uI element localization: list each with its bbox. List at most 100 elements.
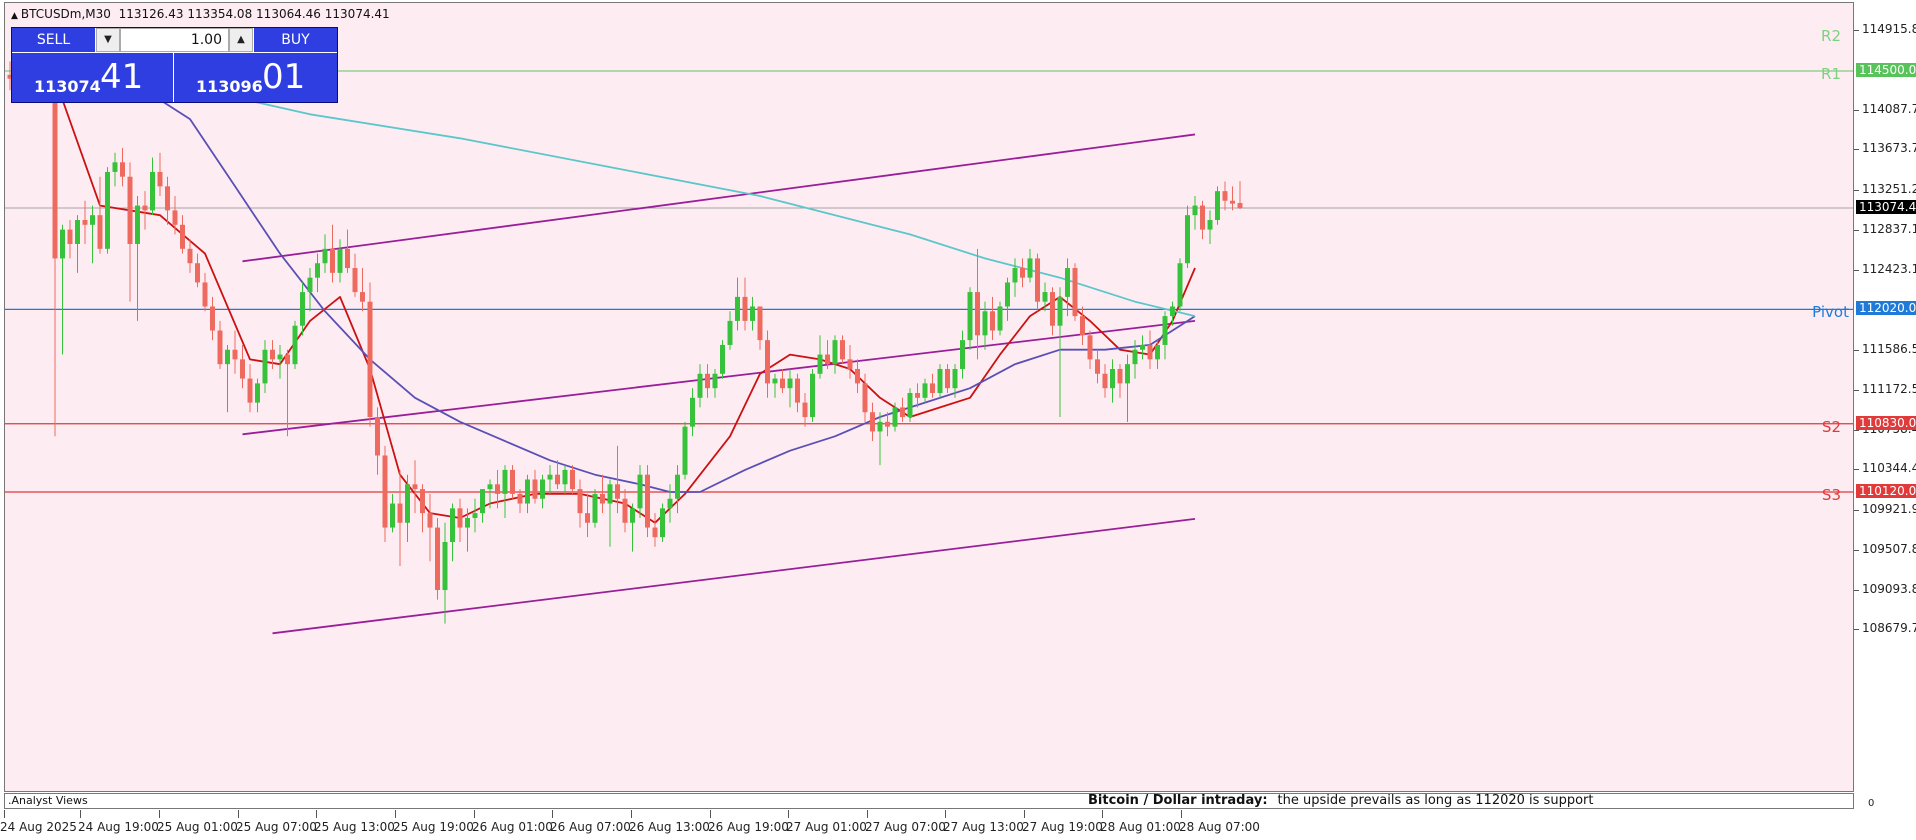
- ohlc-close: 113074.41: [324, 7, 390, 21]
- candle-body: [847, 359, 853, 369]
- lot-size-input[interactable]: 1.00: [120, 28, 229, 52]
- candle-body: [195, 263, 200, 283]
- price-tick-label: 110344.40: [1862, 461, 1916, 476]
- price-tick-label: 112837.15: [1862, 221, 1916, 236]
- sell-button[interactable]: SELL: [12, 28, 95, 52]
- time-tick-label: 25 Aug 13:00: [314, 820, 395, 834]
- level-label-s2: S2: [1821, 417, 1841, 436]
- time-tick-label: 26 Aug 07:00: [550, 820, 631, 834]
- price-tick-label: 114087.75: [1862, 101, 1916, 116]
- candle-body: [172, 210, 178, 225]
- price-tick-mark: [1854, 429, 1859, 431]
- price-level-label-s2: 110830.00: [1856, 415, 1916, 430]
- lot-decrease-icon[interactable]: ▼: [96, 28, 120, 52]
- chart-window: ▲ BTCUSDm,M30 113126.43 113354.08 113064.…: [0, 0, 1916, 840]
- candle-body: [262, 349, 268, 384]
- chart-plot-area[interactable]: ▲ BTCUSDm,M30 113126.43 113354.08 113064.…: [4, 2, 1854, 792]
- candle-body: [322, 248, 328, 264]
- candle-body: [337, 248, 343, 273]
- collapse-triangle-icon[interactable]: ▲: [11, 11, 18, 21]
- candle-body: [450, 508, 455, 542]
- candle-body: [82, 219, 88, 225]
- candle-body: [412, 484, 418, 490]
- price-tick-mark: [1854, 149, 1859, 151]
- candle-body: [472, 513, 478, 518]
- candle-body: [1147, 344, 1153, 360]
- price-axis[interactable]: 114915.85 114087.75 113673.70 113251.20 1128…: [1854, 2, 1916, 792]
- candle-body: [637, 474, 643, 509]
- candle-body: [495, 484, 500, 494]
- symbol-name: BTCUSDm,M30: [20, 7, 111, 21]
- candle-body: [360, 292, 365, 302]
- level-label-r2: R2: [1821, 26, 1841, 45]
- candle-body: [840, 340, 845, 360]
- candle-body: [1087, 335, 1093, 360]
- time-tick-mark: [474, 810, 475, 818]
- candle-body: [480, 489, 485, 514]
- candle-body: [922, 383, 928, 398]
- candle-body: [1155, 344, 1160, 360]
- candle-body: [405, 484, 410, 523]
- candle-body: [877, 421, 883, 432]
- price-tick-label: 109921.90: [1862, 502, 1916, 517]
- candle-body: [900, 407, 905, 418]
- candle-body: [997, 306, 1003, 331]
- price-tick-label: 111172.50: [1862, 381, 1916, 396]
- price-tick-label: 112423.10: [1862, 261, 1916, 276]
- candle-body: [142, 205, 148, 211]
- candle-body: [817, 354, 823, 374]
- buy-button[interactable]: BUY: [254, 28, 337, 52]
- candle-body: [562, 469, 568, 485]
- candle-body: [112, 162, 118, 172]
- price-tick-label: 113673.70: [1862, 141, 1916, 156]
- candle-body: [555, 474, 560, 485]
- candle-body: [210, 306, 215, 331]
- ohlc-open: 113126.43: [118, 7, 184, 21]
- candle-body: [187, 248, 193, 264]
- lot-increase-icon[interactable]: ▲: [229, 28, 253, 52]
- candle-body: [277, 354, 283, 360]
- time-tick-mark: [710, 810, 711, 818]
- candle-body: [1110, 368, 1115, 389]
- candle-body: [1192, 205, 1198, 216]
- time-tick-label: 27 Aug 07:00: [865, 820, 946, 834]
- candle-body: [390, 503, 395, 528]
- candle-body: [630, 508, 635, 523]
- subpanel-zero-label: 0: [1868, 798, 1875, 809]
- ask-price-button[interactable]: 113096 01: [174, 53, 337, 102]
- time-tick-label: 24 Aug 2025: [0, 820, 77, 834]
- candle-body: [870, 412, 875, 432]
- time-tick-label: 24 Aug 19:00: [78, 820, 159, 834]
- candle-body: [375, 417, 380, 456]
- candle-body: [1230, 200, 1235, 204]
- price-level-label-r1: 114500.00: [1856, 63, 1916, 77]
- time-tick-mark: [80, 810, 81, 818]
- candle-body: [525, 479, 530, 504]
- candle-body: [787, 378, 793, 389]
- candle-body: [885, 421, 890, 427]
- price-tick-mark: [1854, 229, 1859, 231]
- candle-body: [532, 479, 538, 499]
- time-axis[interactable]: 24 Aug 2025 24 Aug 19:00 25 Aug 01:00 25 Au…: [0, 810, 1854, 840]
- candle-body: [720, 344, 725, 374]
- candle-body: [1177, 263, 1183, 307]
- candle-body: [682, 426, 688, 475]
- level-label-r1: R1: [1821, 65, 1841, 83]
- candle-body: [1005, 282, 1010, 307]
- candle-body: [225, 349, 230, 365]
- price-level-label-pivot: 112020.00: [1856, 301, 1916, 316]
- time-tick-label: 25 Aug 01:00: [157, 820, 238, 834]
- candle-body: [907, 392, 913, 418]
- time-tick-mark: [552, 810, 553, 818]
- price-tick-label: 108679.75: [1862, 621, 1916, 636]
- candle-body: [645, 474, 650, 528]
- candle-body: [427, 513, 433, 528]
- candle-body: [735, 296, 740, 321]
- candle-body: [1132, 349, 1138, 365]
- candle-body: [367, 301, 373, 418]
- candle-body: [1102, 373, 1108, 389]
- candle-body: [1042, 292, 1048, 302]
- bid-price-button[interactable]: 113074 41: [12, 53, 173, 102]
- candle-body: [1020, 268, 1025, 278]
- ohlc-high: 113354.08: [187, 7, 253, 21]
